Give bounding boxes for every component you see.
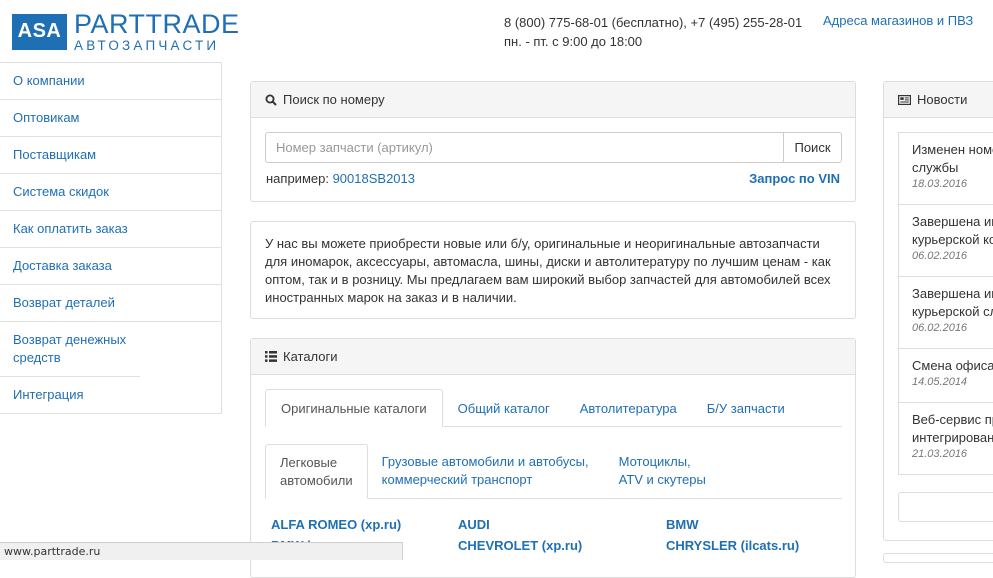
example-part-link[interactable]: 90018SB2013 (333, 171, 415, 186)
search-panel: Поиск по номеру Поиск например: 90018SB2… (250, 81, 856, 202)
news-panel-heading: Новости (884, 82, 993, 118)
sidebar-item-wholesale[interactable]: Оптовикам (0, 100, 221, 137)
intro-text: У нас вы можете приобрести новые или б/у… (265, 236, 831, 305)
catalogs-panel-heading: Каталоги (251, 339, 855, 375)
brand-link-bmw[interactable]: BMW (666, 517, 699, 532)
logo-title: PARTTRADE (74, 9, 240, 39)
news-title-line1: Веб-сервис пр (912, 412, 993, 427)
part-number-input[interactable] (265, 132, 783, 163)
news-item[interactable]: Смена офиса 14.05.2014 (898, 349, 993, 403)
brand-link-audi[interactable]: AUDI (458, 517, 490, 532)
subtab-motorcycles[interactable]: Мотоциклы, ATV и скутеры (605, 444, 720, 499)
news-title-line2: интегрирован (912, 430, 993, 445)
subtab-label-line1: Мотоциклы, (618, 454, 691, 469)
subtab-label-line2: автомобили (280, 473, 353, 488)
subtab-passenger-cars[interactable]: Легковые автомобили (265, 444, 368, 499)
list-icon (265, 351, 277, 362)
search-icon (265, 94, 277, 106)
vehicle-type-tabs: Легковые автомобили Грузовые автомобили … (265, 444, 842, 499)
sidebar-item-discounts[interactable]: Система скидок (0, 174, 221, 211)
news-title-line2: курьерской сл (912, 304, 993, 319)
browser-status-bar: www.parttrade.ru (0, 542, 403, 560)
all-news-button[interactable] (898, 492, 993, 522)
working-hours: пн. - пт. с 9:00 до 18:00 (504, 34, 643, 49)
newspaper-icon (898, 94, 911, 105)
news-date: 14.05.2014 (912, 376, 968, 388)
sidebar-nav: О компании Оптовикам Поставщикам Система… (0, 62, 222, 414)
subtab-trucks-buses[interactable]: Грузовые автомобили и автобусы, коммерче… (368, 444, 603, 499)
news-date: 21.03.2016 (912, 448, 968, 460)
tab-used-parts[interactable]: Б/У запчасти (692, 389, 800, 427)
news-title-line1: Изменен номе (912, 142, 993, 157)
catalogs-panel-title: Каталоги (283, 349, 338, 364)
vin-request-link[interactable]: Запрос по VIN (749, 171, 840, 186)
news-title-line1: Смена офиса (912, 358, 993, 373)
news-title-line2: службы (912, 160, 959, 175)
logo-badge: ASA (12, 13, 67, 50)
logo-subtitle: АВТОЗАПЧАСТИ (74, 38, 220, 53)
news-item[interactable]: Изменен номе службы 18.03.2016 (898, 133, 993, 205)
search-panel-title: Поиск по номеру (283, 92, 385, 107)
phone-numbers: 8 (800) 775-68-01 (бесплатно), +7 (495) … (504, 15, 803, 30)
news-date: 06.02.2016 (912, 250, 968, 262)
sidebar-item-integration[interactable]: Интеграция (0, 377, 221, 414)
brand-link-alfa-romeo[interactable]: ALFA ROMEO (xp.ru) (271, 517, 401, 532)
sidebar-item-suppliers[interactable]: Поставщикам (0, 137, 221, 174)
site-logo[interactable]: ASA PARTTRADE АВТОЗАПЧАСТИ (12, 11, 240, 53)
intro-panel: У нас вы можете приобрести новые или б/у… (250, 221, 856, 319)
tab-original-catalogs[interactable]: Оригинальные каталоги (265, 389, 443, 427)
site-header: ASA PARTTRADE АВТОЗАПЧАСТИ 8 (800) 775-6… (0, 0, 993, 62)
news-panel-title: Новости (917, 92, 968, 107)
tab-auto-literature[interactable]: Автолитература (565, 389, 692, 427)
news-item[interactable]: Веб-сервис пр интегрирован 21.03.2016 (898, 403, 993, 475)
brand-link-chrysler[interactable]: CHRYSLER (ilcats.ru) (666, 538, 799, 553)
shops-address-link[interactable]: Адреса магазинов и ПВЗ (823, 13, 973, 28)
news-title-line2: курьерской ко (912, 232, 993, 247)
sidebar-item-about[interactable]: О компании (0, 63, 221, 100)
subtab-label-line2: ATV и скутеры (618, 472, 706, 487)
news-title-line1: Завершена ин (912, 286, 993, 301)
news-panel: Новости Изменен номе службы 18.03.2016 З… (883, 81, 993, 541)
news-item[interactable]: Завершена ин курьерской сл 06.02.2016 (898, 277, 993, 349)
sidebar-item-returns[interactable]: Возврат деталей (0, 285, 221, 322)
search-button[interactable]: Поиск (783, 132, 842, 163)
search-example: например: 90018SB2013 (266, 171, 415, 186)
news-date: 18.03.2016 (912, 178, 968, 190)
sidebar-item-delivery[interactable]: Доставка заказа (0, 248, 221, 285)
catalog-tabs: Оригинальные каталоги Общий каталог Авто… (265, 389, 842, 427)
example-label: например: (266, 171, 329, 186)
news-item[interactable]: Завершена ин курьерской ко 06.02.2016 (898, 205, 993, 277)
search-panel-heading: Поиск по номеру (251, 82, 855, 118)
subtab-label-line1: Легковые (280, 455, 338, 470)
news-list: Изменен номе службы 18.03.2016 Завершена… (898, 132, 993, 475)
news-title-line1: Завершена ин (912, 214, 993, 229)
subtab-label-line1: Грузовые автомобили и автобусы, (381, 454, 589, 469)
tab-general-catalog[interactable]: Общий каталог (443, 389, 565, 427)
sidebar-item-payment[interactable]: Как оплатить заказ (0, 211, 221, 248)
next-panel-edge (883, 553, 993, 563)
contact-info: 8 (800) 775-68-01 (бесплатно), +7 (495) … (504, 13, 802, 51)
news-date: 06.02.2016 (912, 322, 968, 334)
sidebar-item-refunds[interactable]: Возврат денежных средств (0, 322, 140, 377)
subtab-label-line2: коммерческий транспорт (381, 472, 533, 487)
brand-link-chevrolet[interactable]: CHEVROLET (xp.ru) (458, 538, 582, 553)
